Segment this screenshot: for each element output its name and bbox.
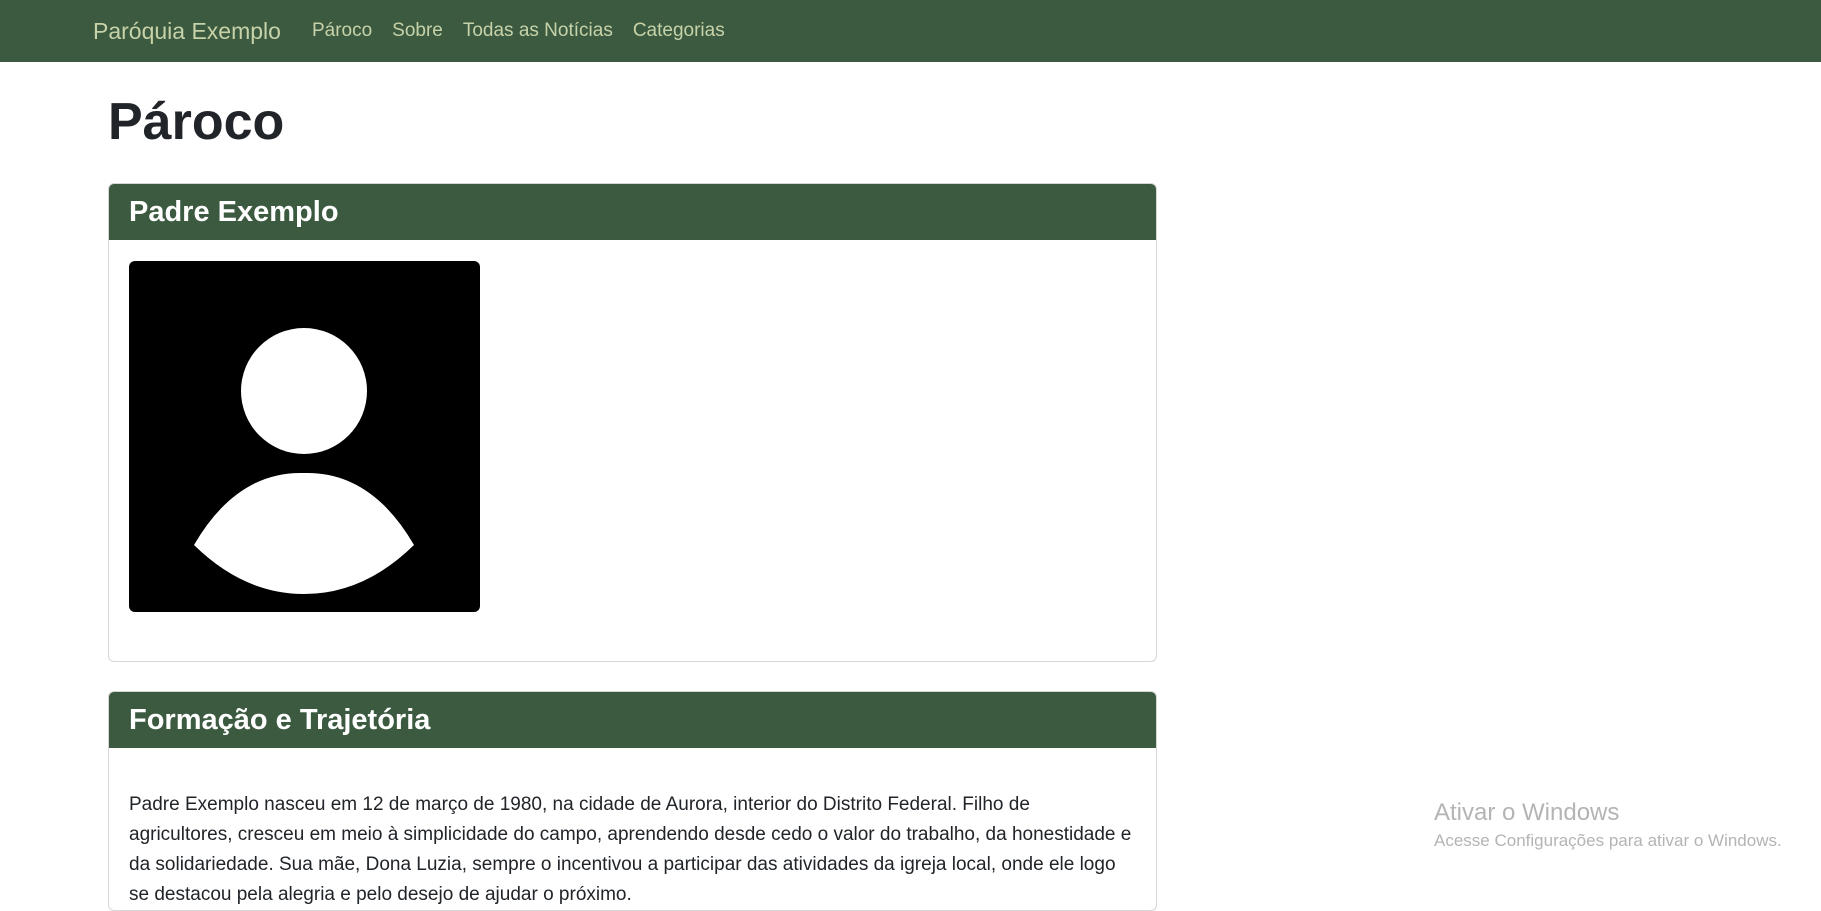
priest-name: Padre Exemplo [109, 184, 1156, 240]
nav-link-todas-noticias[interactable]: Todas as Notícias [463, 20, 613, 42]
nav-link-sobre[interactable]: Sobre [392, 20, 443, 42]
priest-card: Padre Exemplo [108, 183, 1157, 662]
main-content: Pároco Padre Exemplo Formação e Trajetór… [108, 62, 1158, 911]
user-silhouette-icon [194, 328, 414, 594]
bio-text: Padre Exemplo nasceu em 12 de março de 1… [129, 794, 1132, 905]
brand-link[interactable]: Paróquia Exemplo [93, 18, 281, 45]
nav-links: Pároco Sobre Todas as Notícias Categoria… [312, 20, 725, 42]
nav-link-paroco[interactable]: Pároco [312, 20, 372, 42]
page-title: Pároco [108, 93, 285, 151]
watermark-title: Ativar o Windows [1434, 799, 1620, 826]
priest-avatar [129, 261, 480, 612]
top-navbar: Paróquia Exemplo Pároco Sobre Todas as N… [0, 0, 1821, 62]
nav-link-categorias[interactable]: Categorias [633, 20, 725, 42]
bio-card-title: Formação e Trajetória [109, 692, 1156, 748]
bio-card: Formação e Trajetória Padre Exemplo nasc… [108, 691, 1157, 911]
windows-activation-watermark: Ativar o Windows Acesse Configurações pa… [1434, 797, 1782, 853]
watermark-subtitle: Acesse Configurações para ativar o Windo… [1434, 831, 1782, 850]
